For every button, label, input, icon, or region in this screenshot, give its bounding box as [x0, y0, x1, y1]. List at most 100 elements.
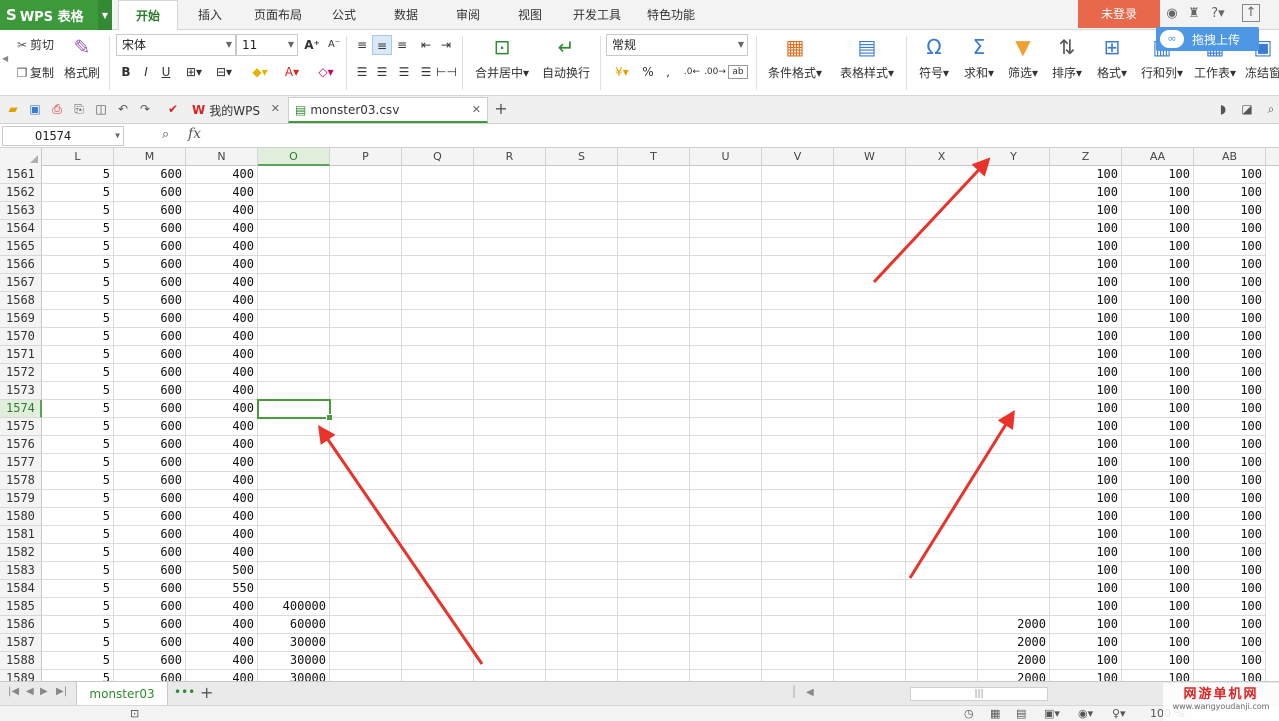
cell-p[interactable] [330, 634, 402, 652]
cell-x[interactable] [906, 526, 978, 544]
drag-upload-button[interactable]: ∞ 拖拽上传 [1156, 27, 1259, 51]
cell-l[interactable]: 5 [42, 580, 114, 598]
cell-u[interactable] [690, 562, 762, 580]
row-header[interactable]: 1567 [0, 274, 42, 292]
cell-ab[interactable]: 100 [1194, 274, 1266, 292]
cell-p[interactable] [330, 670, 402, 681]
cell-aa[interactable]: 100 [1122, 544, 1194, 562]
row-header[interactable]: 1580 [0, 508, 42, 526]
decrease-font-icon[interactable]: A⁻ [324, 35, 344, 55]
cell-x[interactable] [906, 580, 978, 598]
normal-view-icon[interactable]: ▦ [990, 707, 1000, 720]
cell-p[interactable] [330, 580, 402, 598]
tab-developer[interactable]: 开发工具 [564, 0, 630, 30]
cell-s[interactable] [546, 598, 618, 616]
cell-n[interactable]: 400 [186, 292, 258, 310]
cell-aa[interactable]: 100 [1122, 472, 1194, 490]
cell-o[interactable] [258, 400, 330, 418]
column-header-n[interactable]: N [186, 148, 258, 166]
column-header-y[interactable]: Y [978, 148, 1050, 166]
cell-l[interactable]: 5 [42, 382, 114, 400]
cell-t[interactable] [618, 418, 690, 436]
cell-y[interactable] [978, 364, 1050, 382]
cell-y[interactable]: 2000 [978, 670, 1050, 681]
cell-aa[interactable]: 100 [1122, 598, 1194, 616]
cell-m[interactable]: 600 [114, 436, 186, 454]
cell-v[interactable] [762, 526, 834, 544]
cell-r[interactable] [474, 652, 546, 670]
cell-s[interactable] [546, 364, 618, 382]
conditional-format-button[interactable]: ▦ 条件格式▾ [762, 34, 828, 81]
cell-v[interactable] [762, 364, 834, 382]
shirt-icon[interactable]: ♜ [1184, 4, 1204, 24]
chevron-down-icon[interactable]: ▼ [115, 127, 120, 145]
cell-p[interactable] [330, 544, 402, 562]
cell-x[interactable] [906, 598, 978, 616]
cell-n[interactable]: 400 [186, 328, 258, 346]
cell-u[interactable] [690, 346, 762, 364]
cell-u[interactable] [690, 166, 762, 184]
tab-formulas[interactable]: 公式 [320, 0, 368, 30]
row-header[interactable]: 1564 [0, 220, 42, 238]
cell-u[interactable] [690, 418, 762, 436]
column-header-u[interactable]: U [690, 148, 762, 166]
cell-p[interactable] [330, 418, 402, 436]
cell-p[interactable] [330, 400, 402, 418]
cell-aa[interactable]: 100 [1122, 454, 1194, 472]
cell-q[interactable] [402, 400, 474, 418]
cell-l[interactable]: 5 [42, 220, 114, 238]
cell-q[interactable] [402, 310, 474, 328]
add-sheet-icon[interactable]: + [200, 683, 213, 702]
tab-page-layout[interactable]: 页面布局 [246, 0, 310, 30]
cell-s[interactable] [546, 436, 618, 454]
cell-v[interactable] [762, 670, 834, 681]
align-bottom-icon[interactable]: ≡ [392, 35, 412, 55]
row-header[interactable]: 1586 [0, 616, 42, 634]
cell-r[interactable] [474, 508, 546, 526]
cell-y[interactable] [978, 490, 1050, 508]
collaboration-icon[interactable]: ◗ [1214, 100, 1232, 118]
tab-review[interactable]: 审阅 [444, 0, 492, 30]
cell-s[interactable] [546, 256, 618, 274]
cell-r[interactable] [474, 292, 546, 310]
tab-data[interactable]: 数据 [382, 0, 430, 30]
cell-r[interactable] [474, 580, 546, 598]
cell-o[interactable] [258, 274, 330, 292]
cell-o[interactable] [258, 562, 330, 580]
cell-l[interactable]: 5 [42, 256, 114, 274]
cell-v[interactable] [762, 472, 834, 490]
cell-t[interactable] [618, 526, 690, 544]
cut-button[interactable]: ✂ 剪切 [14, 36, 54, 53]
cell-p[interactable] [330, 382, 402, 400]
column-header-q[interactable]: Q [402, 148, 474, 166]
decrease-decimal-icon[interactable]: .00→ [704, 62, 726, 82]
tab-monster03-csv[interactable]: ▤ monster03.csv ✕ [288, 97, 488, 123]
cell-o[interactable]: 60000 [258, 616, 330, 634]
cell-w[interactable] [834, 400, 906, 418]
cell-s[interactable] [546, 472, 618, 490]
cell-t[interactable] [618, 184, 690, 202]
cell-p[interactable] [330, 202, 402, 220]
cell-w[interactable] [834, 274, 906, 292]
cell-r[interactable] [474, 256, 546, 274]
row-header[interactable]: 1561 [0, 166, 42, 184]
cell-v[interactable] [762, 580, 834, 598]
cell-r[interactable] [474, 220, 546, 238]
cell-x[interactable] [906, 238, 978, 256]
zoom-search-icon[interactable]: ⌕ [162, 127, 169, 142]
cell-n[interactable]: 500 [186, 562, 258, 580]
cell-p[interactable] [330, 274, 402, 292]
tab-insert[interactable]: 插入 [184, 0, 236, 30]
cell-v[interactable] [762, 166, 834, 184]
cell-m[interactable]: 600 [114, 652, 186, 670]
cell-v[interactable] [762, 256, 834, 274]
cell-o[interactable] [258, 346, 330, 364]
page-layout-view-icon[interactable]: ▤ [1016, 707, 1026, 720]
cell-w[interactable] [834, 670, 906, 681]
cell-y[interactable] [978, 202, 1050, 220]
cell-t[interactable] [618, 202, 690, 220]
cell-m[interactable]: 600 [114, 184, 186, 202]
cell-aa[interactable]: 100 [1122, 202, 1194, 220]
cell-ab[interactable]: 100 [1194, 202, 1266, 220]
horizontal-scrollbar-thumb[interactable]: ||| [910, 687, 1048, 701]
